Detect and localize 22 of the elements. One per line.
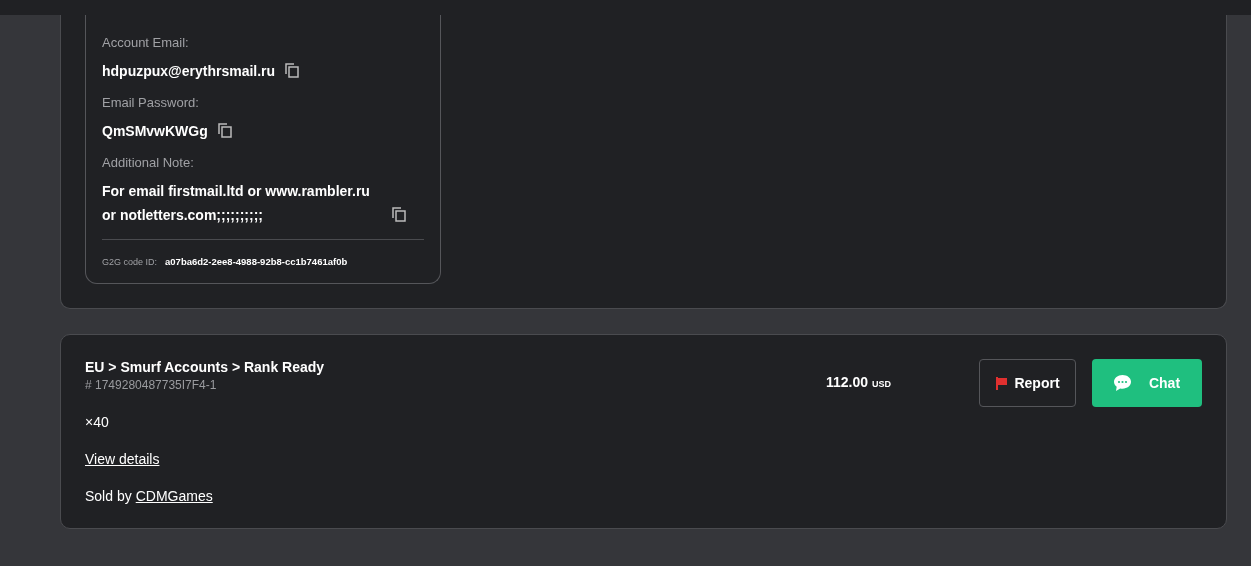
copy-icon[interactable]: [285, 63, 300, 78]
order-number: # 1749280487735I7F4-1: [85, 378, 218, 392]
copy-icon[interactable]: [392, 207, 406, 222]
price: 112.00: [825, 374, 868, 390]
chat-icon: [1113, 375, 1131, 391]
copy-icon[interactable]: [217, 123, 232, 138]
sold-by-label: Sold by: [85, 488, 132, 504]
flag-icon: [995, 376, 1009, 390]
order-title: EU > Smurf Accounts > Rank Ready: [85, 359, 326, 375]
field-label: Additional Note:: [102, 155, 195, 170]
field-value: QmSMvwKWGg: [102, 122, 208, 141]
quantity: ×40: [85, 414, 110, 430]
view-details-link[interactable]: View details: [85, 451, 160, 467]
field-value: hdpuzpux@erythrsmail.ru: [102, 62, 276, 81]
seller-link[interactable]: CDMGames: [135, 488, 213, 504]
field-label: Email Password:: [102, 95, 200, 110]
report-button[interactable]: Report: [979, 359, 1076, 407]
currency: USD: [872, 379, 891, 389]
field-label: Account Email:: [102, 35, 190, 50]
code-label: G2G code ID:: [102, 257, 158, 267]
field-value: For email firstmail.ltd or www.rambler.ru or notletters.com;;;;;;;;;;: [102, 182, 371, 225]
code-value: a07ba6d2-2ee8-4988-92b8-cc1b7461af0b: [165, 256, 348, 267]
